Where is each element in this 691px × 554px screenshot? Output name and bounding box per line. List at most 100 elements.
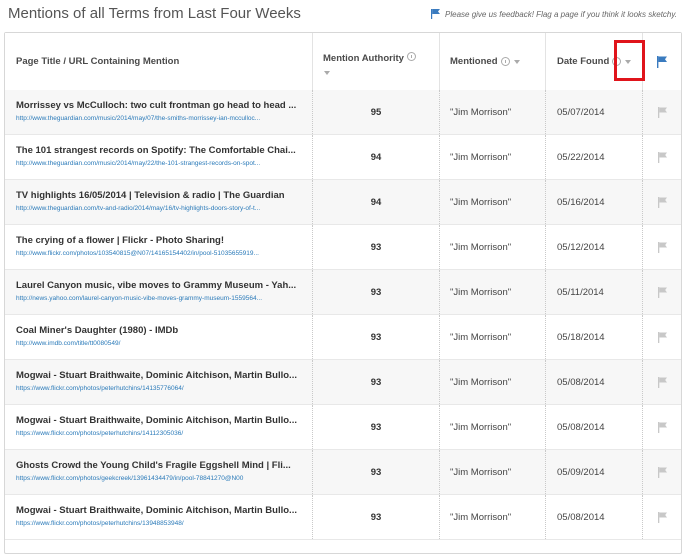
page-title-text[interactable]: Coal Miner's Daughter (1980) - IMDb bbox=[16, 325, 306, 336]
cell-flag bbox=[643, 225, 681, 269]
page-url-link[interactable]: http://www.imdb.com/title/tt0080549/ bbox=[16, 340, 306, 347]
date-value: 05/09/2014 bbox=[557, 466, 605, 478]
flag-icon[interactable] bbox=[657, 331, 667, 343]
page-url-link[interactable]: http://www.theguardian.com/tv-and-radio/… bbox=[16, 205, 306, 212]
table-row[interactable]: The 101 strangest records on Spotify: Th… bbox=[5, 135, 681, 180]
flag-icon[interactable] bbox=[657, 151, 667, 163]
date-value: 05/11/2014 bbox=[557, 286, 604, 298]
cell-authority: 95 bbox=[313, 90, 440, 134]
authority-value: 93 bbox=[370, 241, 382, 253]
cell-flag bbox=[643, 360, 681, 404]
mentioned-value: "Jim Morrison" bbox=[450, 241, 512, 253]
table-row[interactable]: Mogwai - Stuart Braithwaite, Dominic Ait… bbox=[5, 360, 681, 405]
cell-mentioned: "Jim Morrison" bbox=[440, 495, 546, 539]
cell-page: Ghosts Crowd the Young Child's Fragile E… bbox=[5, 450, 313, 494]
cell-flag bbox=[643, 180, 681, 224]
page-title-text[interactable]: Mogwai - Stuart Braithwaite, Dominic Ait… bbox=[16, 505, 306, 516]
mentioned-value: "Jim Morrison" bbox=[450, 421, 512, 433]
page-url-link[interactable]: http://www.flickr.com/photos/103540815@N… bbox=[16, 250, 306, 257]
authority-value: 93 bbox=[370, 511, 382, 523]
page-title-text[interactable]: TV highlights 16/05/2014 | Television & … bbox=[16, 190, 306, 201]
page-url-link[interactable]: http://www.theguardian.com/music/2014/ma… bbox=[16, 115, 306, 122]
sort-icon bbox=[324, 71, 330, 75]
flag-icon[interactable] bbox=[657, 286, 667, 298]
cell-date: 05/08/2014 bbox=[546, 495, 643, 539]
cell-date: 05/18/2014 bbox=[546, 315, 643, 359]
flag-icon[interactable] bbox=[657, 376, 667, 388]
cell-mentioned: "Jim Morrison" bbox=[440, 270, 546, 314]
cell-mentioned: "Jim Morrison" bbox=[440, 90, 546, 134]
page-title-text[interactable]: Mogwai - Stuart Braithwaite, Dominic Ait… bbox=[16, 370, 306, 381]
cell-flag bbox=[643, 495, 681, 539]
mentioned-value: "Jim Morrison" bbox=[450, 376, 512, 388]
info-icon bbox=[500, 57, 510, 66]
cell-flag bbox=[643, 270, 681, 314]
page-title-text[interactable]: Laurel Canyon music, vibe moves to Gramm… bbox=[16, 280, 306, 291]
cell-mentioned: "Jim Morrison" bbox=[440, 225, 546, 269]
header-authority-label: Mention Authority bbox=[323, 53, 404, 64]
authority-value: 94 bbox=[370, 196, 382, 208]
date-value: 05/18/2014 bbox=[557, 331, 605, 343]
page-url-link[interactable]: https://www.flickr.com/photos/geekcreek/… bbox=[16, 475, 306, 482]
cell-mentioned: "Jim Morrison" bbox=[440, 450, 546, 494]
page-title-text[interactable]: The crying of a flower | Flickr - Photo … bbox=[16, 235, 306, 246]
table-row[interactable]: Mogwai - Stuart Braithwaite, Dominic Ait… bbox=[5, 495, 681, 540]
page-title: Mentions of all Terms from Last Four Wee… bbox=[8, 5, 301, 22]
page-title-text[interactable]: Ghosts Crowd the Young Child's Fragile E… bbox=[16, 460, 306, 471]
cell-authority: 93 bbox=[313, 315, 440, 359]
mentioned-value: "Jim Morrison" bbox=[450, 466, 512, 478]
date-value: 05/08/2014 bbox=[557, 421, 605, 433]
flag-icon[interactable] bbox=[657, 241, 667, 253]
cell-date: 05/11/2014 bbox=[546, 270, 643, 314]
authority-value: 93 bbox=[370, 331, 382, 343]
page-url-link[interactable]: http://news.yahoo.com/laurel-canyon-musi… bbox=[16, 295, 306, 302]
mentioned-value: "Jim Morrison" bbox=[450, 331, 512, 343]
table-row[interactable]: Ghosts Crowd the Young Child's Fragile E… bbox=[5, 450, 681, 495]
header-page-title[interactable]: Page Title / URL Containing Mention bbox=[5, 33, 313, 90]
flag-icon bbox=[657, 55, 667, 68]
flag-icon[interactable] bbox=[657, 196, 667, 208]
cell-page: The crying of a flower | Flickr - Photo … bbox=[5, 225, 313, 269]
table-row[interactable]: Mogwai - Stuart Braithwaite, Dominic Ait… bbox=[5, 405, 681, 450]
flag-icon[interactable] bbox=[657, 511, 667, 523]
mentioned-value: "Jim Morrison" bbox=[450, 196, 512, 208]
header-page-label: Page Title / URL Containing Mention bbox=[16, 56, 180, 67]
table-row[interactable]: The crying of a flower | Flickr - Photo … bbox=[5, 225, 681, 270]
date-sort-highlight bbox=[614, 40, 645, 81]
feedback-notice: Please give us feedback! Flag a page if … bbox=[431, 9, 677, 19]
authority-value: 93 bbox=[370, 376, 382, 388]
cell-flag bbox=[643, 135, 681, 179]
mentioned-value: "Jim Morrison" bbox=[450, 511, 512, 523]
flag-icon[interactable] bbox=[657, 421, 667, 433]
mentioned-value: "Jim Morrison" bbox=[450, 286, 512, 298]
page-url-link[interactable]: https://www.flickr.com/photos/peterhutch… bbox=[16, 385, 306, 392]
page-title-text[interactable]: Morrissey vs McCulloch: two cult frontma… bbox=[16, 100, 306, 111]
header-mention-authority[interactable]: Mention Authority bbox=[313, 33, 440, 90]
table-row[interactable]: Laurel Canyon music, vibe moves to Gramm… bbox=[5, 270, 681, 315]
page-title-text[interactable]: The 101 strangest records on Spotify: Th… bbox=[16, 145, 306, 156]
page-url-link[interactable]: http://www.theguardian.com/music/2014/ma… bbox=[16, 160, 306, 167]
authority-value: 93 bbox=[370, 286, 382, 298]
table-row[interactable]: TV highlights 16/05/2014 | Television & … bbox=[5, 180, 681, 225]
cell-date: 05/22/2014 bbox=[546, 135, 643, 179]
cell-mentioned: "Jim Morrison" bbox=[440, 180, 546, 224]
table-row[interactable]: Morrissey vs McCulloch: two cult frontma… bbox=[5, 90, 681, 135]
flag-icon[interactable] bbox=[657, 466, 667, 478]
page-title-text[interactable]: Mogwai - Stuart Braithwaite, Dominic Ait… bbox=[16, 415, 306, 426]
cell-date: 05/09/2014 bbox=[546, 450, 643, 494]
header-mentioned[interactable]: Mentioned bbox=[440, 33, 546, 90]
page-url-link[interactable]: https://www.flickr.com/photos/peterhutch… bbox=[16, 520, 306, 527]
mentions-table: Page Title / URL Containing Mention Ment… bbox=[4, 32, 682, 554]
cell-page: Mogwai - Stuart Braithwaite, Dominic Ait… bbox=[5, 360, 313, 404]
cell-date: 05/08/2014 bbox=[546, 405, 643, 449]
page-url-link[interactable]: https://www.flickr.com/photos/peterhutch… bbox=[16, 430, 306, 437]
flag-icon[interactable] bbox=[657, 106, 667, 118]
cell-authority: 93 bbox=[313, 225, 440, 269]
cell-authority: 93 bbox=[313, 405, 440, 449]
authority-value: 95 bbox=[370, 106, 382, 118]
cell-date: 05/16/2014 bbox=[546, 180, 643, 224]
header-date-label: Date Found bbox=[557, 56, 610, 67]
table-row[interactable]: Coal Miner's Daughter (1980) - IMDb http:… bbox=[5, 315, 681, 360]
cell-mentioned: "Jim Morrison" bbox=[440, 405, 546, 449]
date-value: 05/08/2014 bbox=[557, 511, 605, 523]
